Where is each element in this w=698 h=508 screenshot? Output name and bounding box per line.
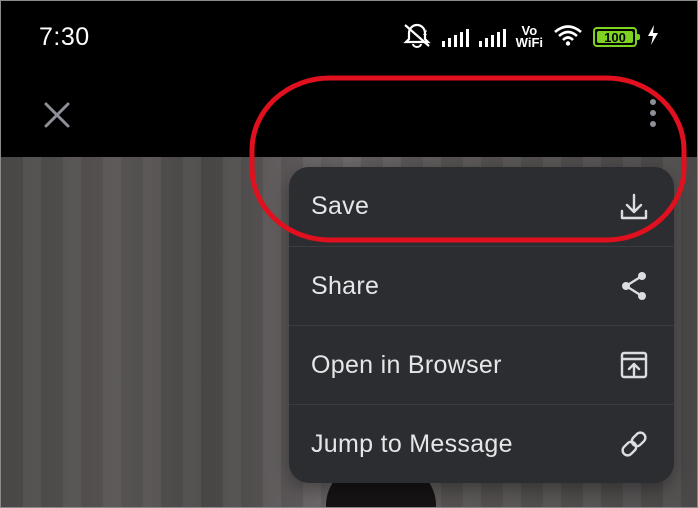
menu-item-save[interactable]: Save <box>289 167 674 246</box>
menu-item-label: Share <box>311 271 380 300</box>
open-external-icon <box>618 349 650 381</box>
close-button[interactable] <box>39 97 75 133</box>
more-vertical-icon <box>650 99 656 127</box>
viewer-top-bar <box>1 73 697 157</box>
more-options-button[interactable] <box>639 93 667 137</box>
menu-item-label: Jump to Message <box>311 429 513 458</box>
link-icon <box>618 428 650 460</box>
menu-item-label: Open in Browser <box>311 350 502 379</box>
menu-item-share[interactable]: Share <box>289 246 674 325</box>
share-icon <box>618 270 650 302</box>
signal-icon <box>441 27 469 47</box>
menu-item-open-in-browser[interactable]: Open in Browser <box>289 325 674 404</box>
status-icons: z Vo WiFi 100 <box>402 19 659 55</box>
svg-text:z: z <box>423 28 427 37</box>
alarm-off-icon: z <box>402 22 432 53</box>
vowifi-bottom-text: WiFi <box>515 35 543 50</box>
vowifi-icon: Vo WiFi <box>515 24 543 50</box>
battery-level: 100 <box>604 29 626 45</box>
download-icon <box>618 191 650 223</box>
status-bar: 7:30 z Vo WiFi 100 <box>1 1 697 73</box>
charging-icon <box>647 24 659 51</box>
screenshot-frame: 7:30 z Vo WiFi 100 Save Share Open in Br… <box>0 0 698 508</box>
signal-icon <box>478 27 506 47</box>
context-menu: Save Share Open in Browser Jump to Messa… <box>289 167 674 483</box>
menu-item-label: Save <box>311 192 370 220</box>
status-time: 7:30 <box>39 23 90 51</box>
wifi-icon <box>553 23 583 52</box>
menu-item-jump-to-message[interactable]: Jump to Message <box>289 404 674 483</box>
battery-icon: 100 <box>593 27 640 47</box>
close-icon <box>44 102 70 128</box>
